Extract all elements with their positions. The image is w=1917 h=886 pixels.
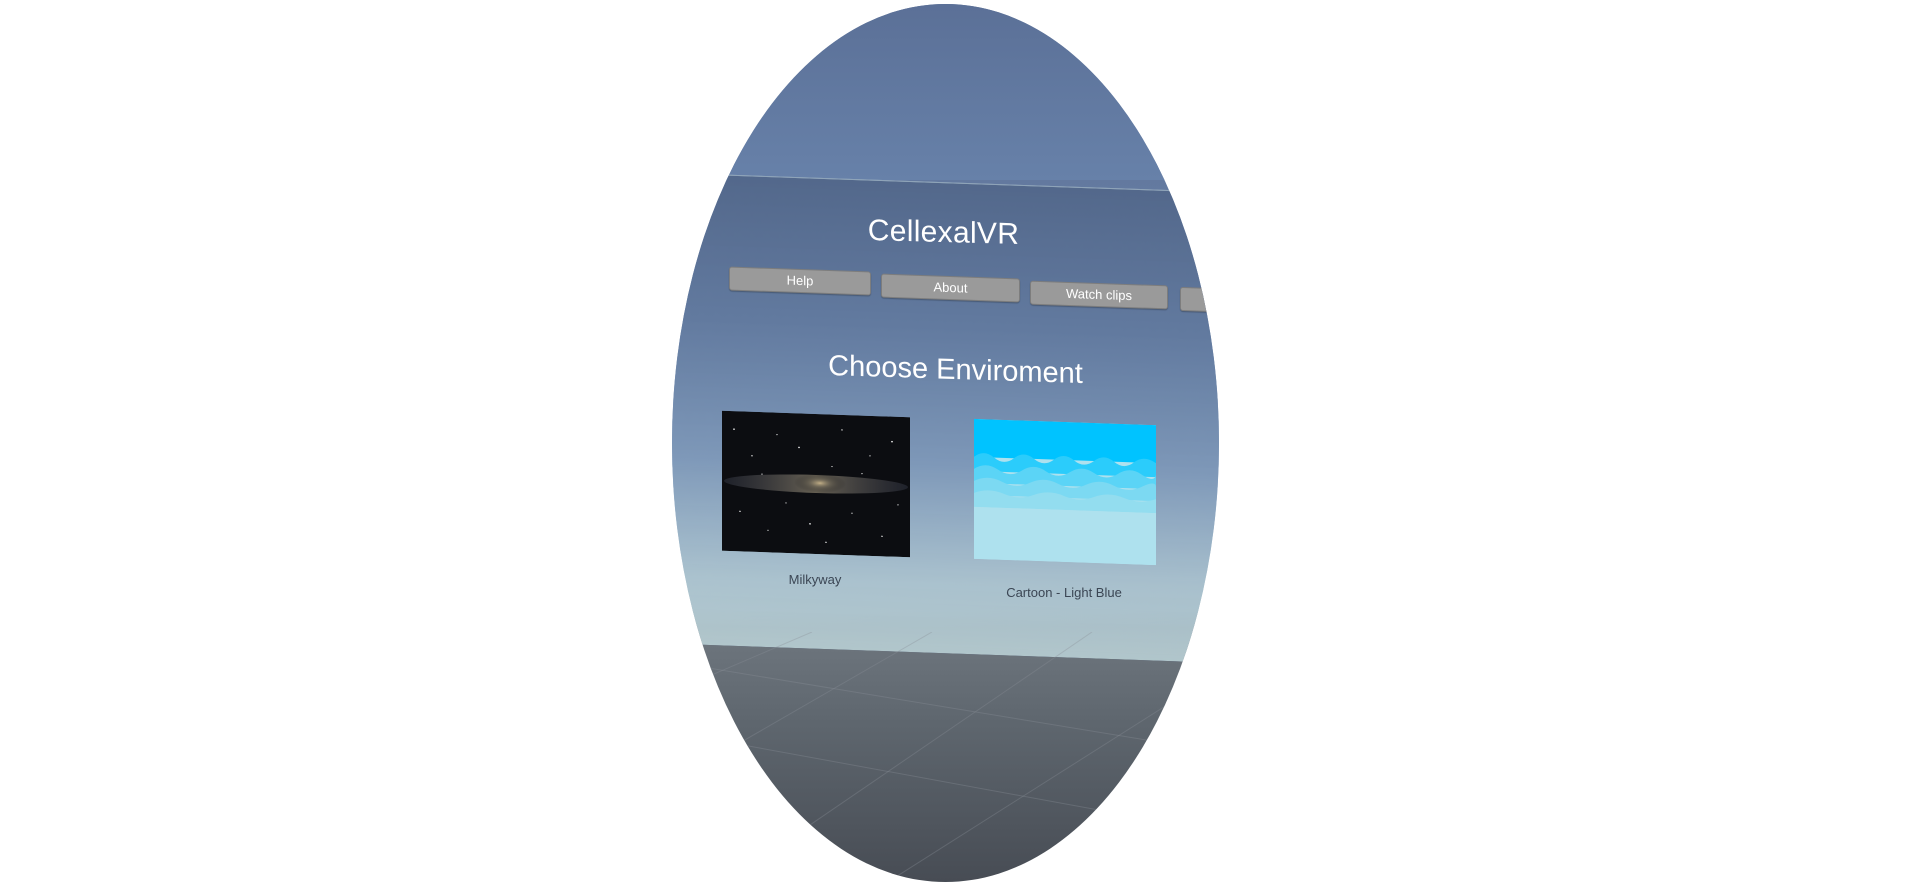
cartoon-light-blue-option[interactable] [974,418,1156,566]
milkyway-thumbnail-icon [722,410,910,558]
milkyway-label: Milkyway [788,572,842,587]
milkyway-option[interactable] [722,410,910,558]
cartoon-light-blue-label: Cartoon - Light Blue [1006,585,1122,600]
nav-button-left-partial[interactable] [672,265,684,291]
vr-headset-view: CellexalVR Help About Watch clips Choose… [672,4,1219,882]
skybox [672,4,1219,180]
floor-grid [672,632,1219,882]
nav-button-right-partial[interactable] [1180,286,1219,314]
viewport: CellexalVR Help About Watch clips Choose… [0,0,1917,886]
about-button[interactable]: About [881,273,1020,303]
help-button[interactable]: Help [729,266,871,296]
cartoon-light-blue-thumbnail-icon [974,418,1156,566]
watch-clips-button[interactable]: Watch clips [1030,280,1168,310]
